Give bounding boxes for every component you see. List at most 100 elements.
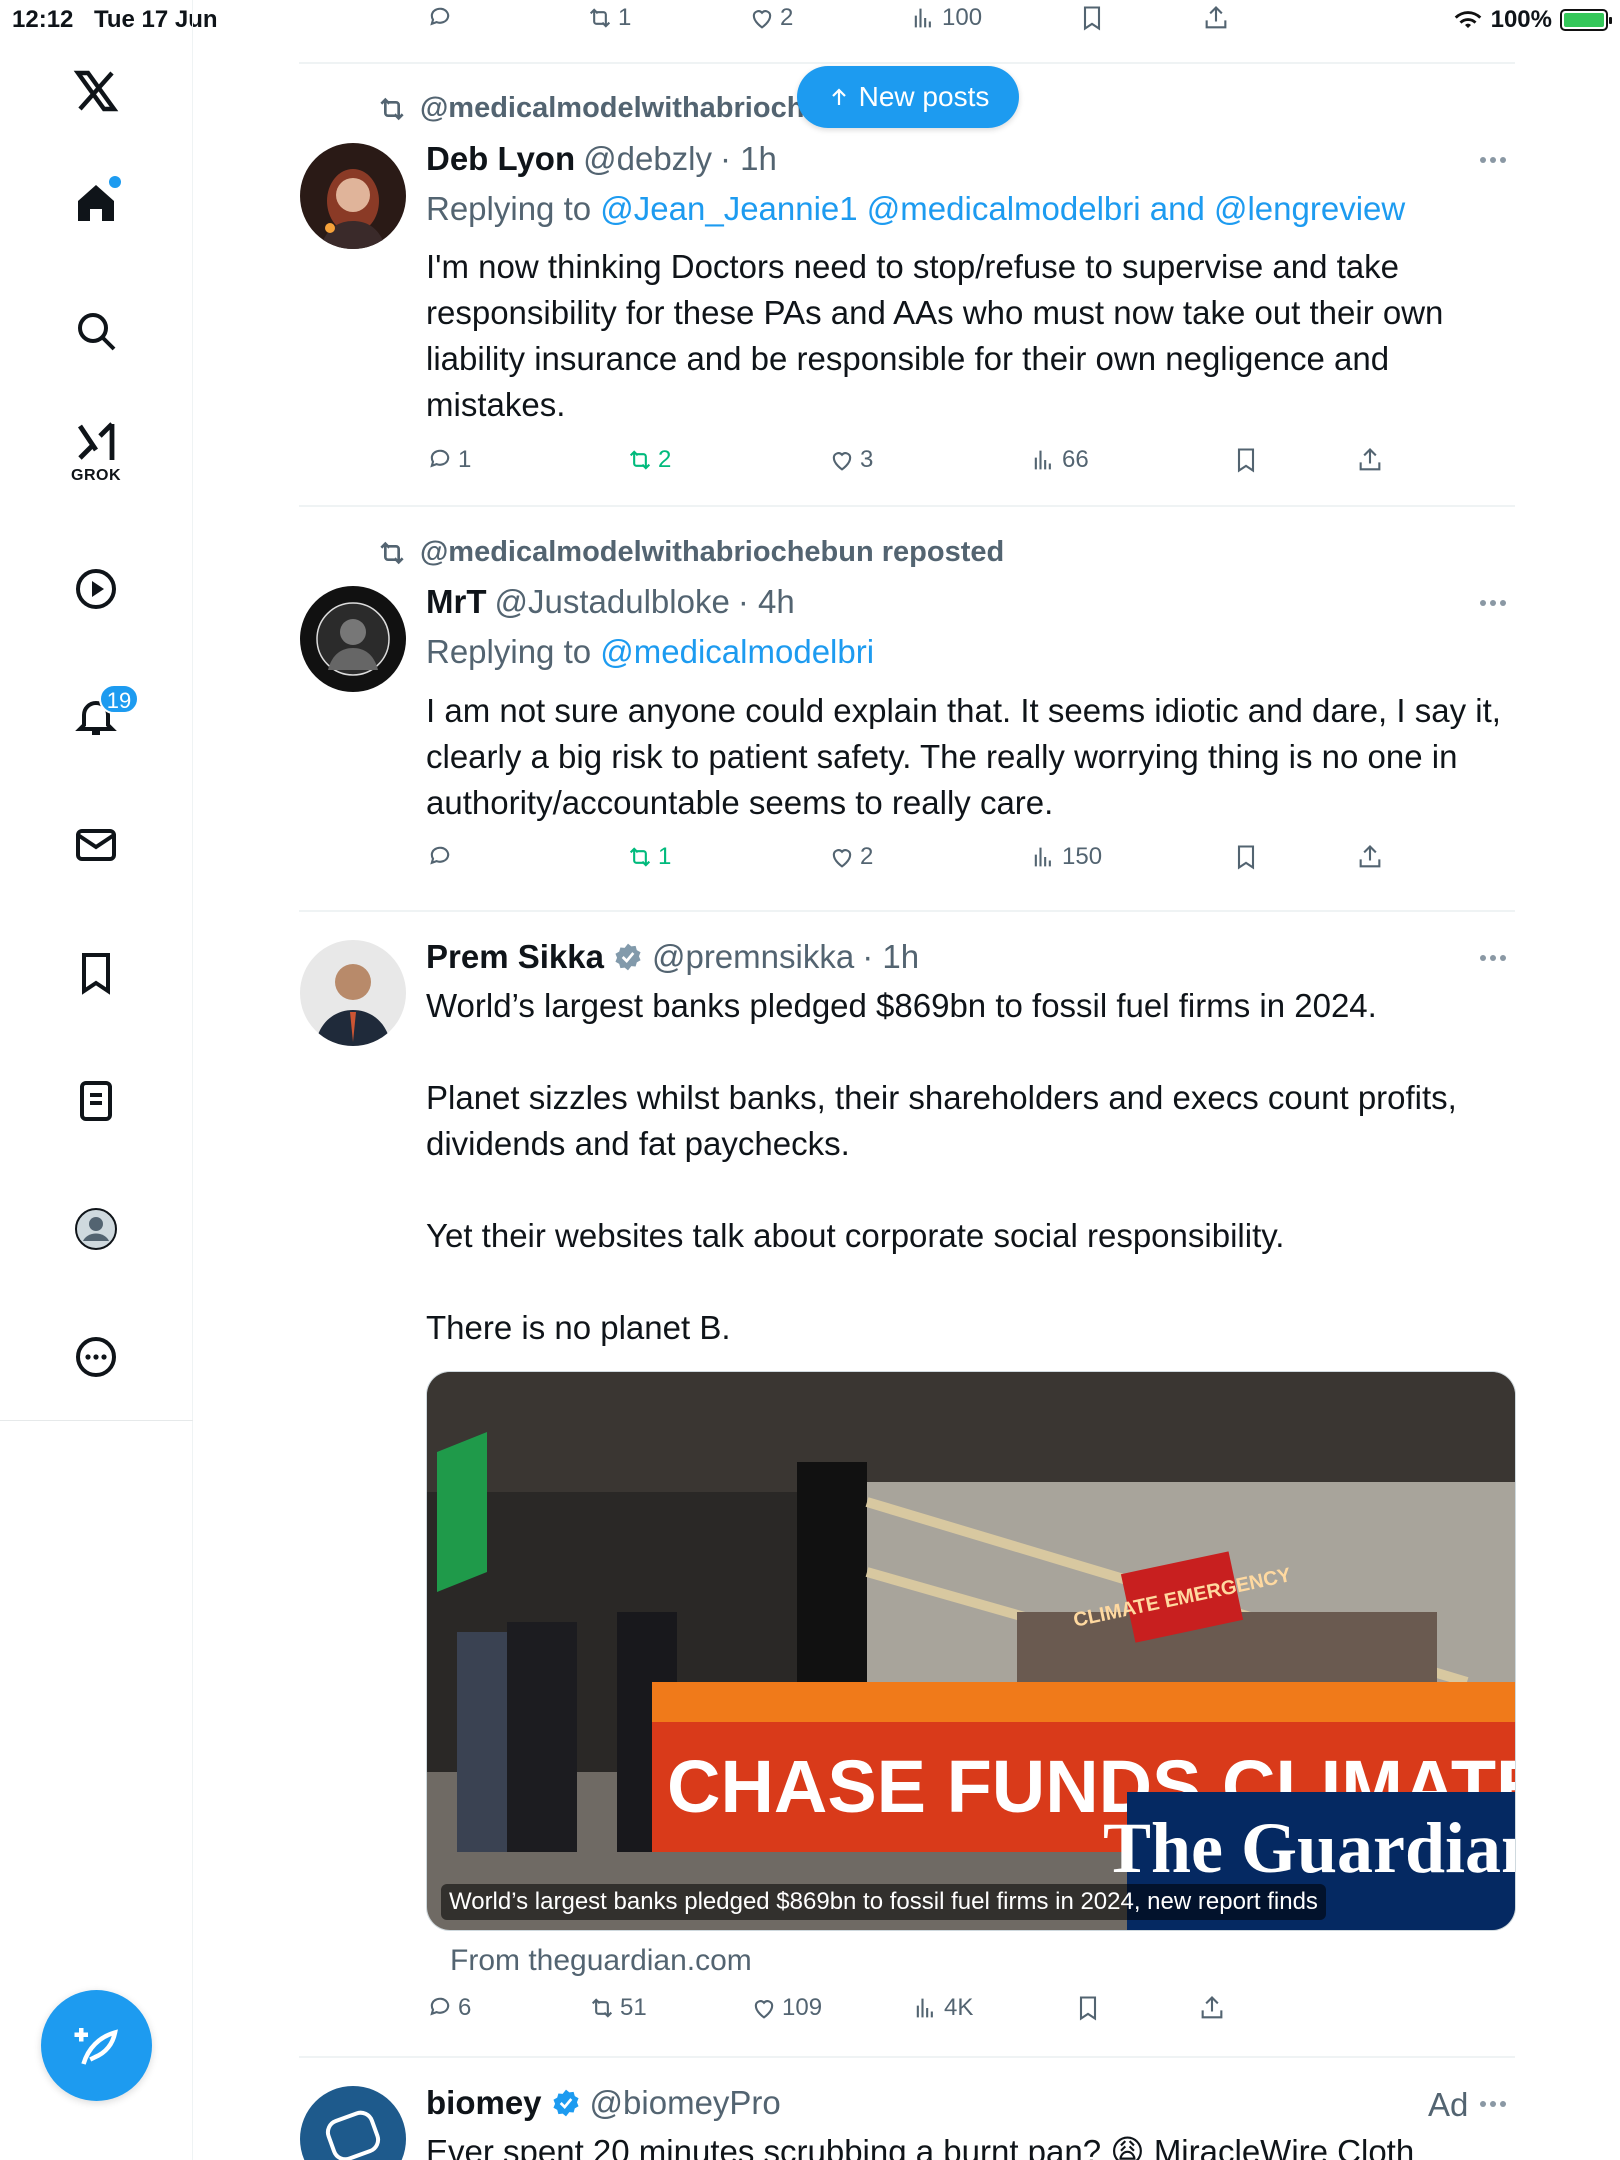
reply-button[interactable]: 6 (426, 1994, 471, 2022)
more-options-button[interactable] (1480, 593, 1514, 613)
mail-icon (76, 829, 116, 861)
share-button[interactable] (1202, 4, 1230, 32)
reply-button[interactable] (426, 843, 458, 871)
post-text: Ever spent 20 minutes scrubbing a burnt … (426, 2133, 1415, 2160)
user-handle[interactable]: @premnsikka (652, 938, 854, 976)
bookmark-button[interactable] (1232, 843, 1260, 871)
user-handle[interactable]: @debzly (583, 140, 712, 178)
more-options-button[interactable] (1480, 948, 1514, 968)
views-button[interactable]: 150 (1030, 843, 1102, 871)
sidebar-divider (0, 1420, 193, 1421)
views-count: 4K (944, 1994, 974, 2021)
nav-profile[interactable] (65, 1198, 127, 1260)
avatar[interactable] (300, 143, 406, 249)
share-button[interactable] (1356, 446, 1384, 474)
views-button[interactable]: 100 (910, 4, 982, 32)
compose-button[interactable] (41, 1990, 152, 2101)
nav-bookmarks[interactable] (65, 942, 127, 1004)
share-button[interactable] (1356, 843, 1384, 871)
retweet-button[interactable]: 1 (626, 843, 671, 871)
replying-to-handles[interactable]: @medicalmodelbri (600, 633, 874, 670)
like-button[interactable]: 2 (748, 4, 793, 32)
replying-to: Replying to @medicalmodelbri (426, 633, 874, 671)
views-icon (916, 1998, 933, 2018)
nav-notifications[interactable]: 19 (65, 684, 139, 748)
views-button[interactable]: 66 (1030, 446, 1089, 474)
bookmark-button[interactable] (1074, 1994, 1102, 2022)
link-source[interactable]: From theguardian.com (450, 1944, 752, 1978)
views-button[interactable]: 4K (912, 1994, 973, 2022)
wifi-icon (1454, 11, 1481, 28)
nav-search[interactable] (65, 300, 127, 362)
like-count: 3 (860, 446, 874, 473)
post-text: I'm now thinking Doctors need to stop/re… (426, 248, 1444, 423)
more-options-button[interactable] (1480, 2094, 1514, 2114)
like-button[interactable]: 3 (828, 446, 873, 474)
replying-prefix: Replying to (426, 190, 592, 227)
compose-feather-icon (74, 2027, 118, 2065)
avatar[interactable] (300, 940, 406, 1046)
bookmark-button[interactable] (1232, 446, 1260, 474)
post-divider (299, 910, 1515, 912)
post-time[interactable]: · 4h (738, 583, 795, 621)
post-divider (299, 505, 1515, 507)
like-button[interactable]: 109 (750, 1994, 822, 2022)
more-options-button[interactable] (1480, 150, 1514, 170)
play-icon (76, 569, 116, 609)
x-logo-icon (73, 70, 119, 112)
bookmark-icon (1237, 448, 1255, 473)
list-icon (80, 1081, 112, 1121)
share-button[interactable] (1198, 1994, 1226, 2022)
bookmark-button[interactable] (1078, 4, 1106, 32)
display-name[interactable]: Deb Lyon (426, 140, 575, 178)
more-circle-icon (76, 1337, 116, 1377)
media-caption: World’s largest banks pledged $869bn to … (441, 1884, 1326, 1920)
avatar[interactable] (300, 2086, 406, 2160)
retweet-count: 2 (658, 446, 672, 473)
post-time[interactable]: · 1h (862, 938, 919, 976)
nav-grok[interactable]: GROK (65, 420, 127, 484)
arrow-up-icon (831, 88, 846, 105)
like-count: 2 (860, 843, 874, 870)
post-time[interactable]: · 1h (720, 140, 777, 178)
repost-indicator: @medicalmodelwithabriochebun reposted (376, 536, 1004, 569)
display-name[interactable]: Prem Sikka (426, 938, 604, 976)
reply-button[interactable] (426, 4, 454, 32)
link-card-image[interactable]: CLIMATE EMERGENCY CHASE FUNDS CLIMATE CR… (426, 1371, 1516, 1931)
display-name[interactable]: MrT (426, 583, 487, 621)
retweet-icon (591, 1998, 613, 2018)
like-button[interactable]: 2 (828, 843, 873, 871)
like-count: 109 (782, 1994, 823, 2021)
post-actions: 1 2 3 66 (426, 446, 1426, 486)
user-handle[interactable]: @biomeyPro (590, 2084, 781, 2122)
retweet-button[interactable]: 1 (586, 4, 631, 32)
new-posts-button[interactable]: New posts (797, 66, 1019, 128)
nav-messages[interactable] (65, 814, 127, 876)
retweet-count: 1 (618, 4, 632, 31)
reply-count: 6 (458, 1994, 472, 2021)
post-header: MrT @Justadulbloke · 4h (426, 583, 795, 621)
protest-photo: CLIMATE EMERGENCY CHASE FUNDS CLIMATE CR… (427, 1372, 1515, 1930)
views-count: 66 (1062, 446, 1089, 473)
home-unread-dot (109, 176, 121, 188)
post-divider (299, 62, 1515, 64)
post-header: Prem Sikka @premnsikka · 1h (426, 938, 919, 976)
replying-to-handles[interactable]: @Jean_Jeannie1 @medicalmodelbri and @len… (600, 190, 1405, 227)
previous-post-actions: 1 2 100 (420, 0, 1420, 40)
retweet-button[interactable]: 2 (626, 446, 671, 474)
user-handle[interactable]: @Justadulbloke (495, 583, 730, 621)
avatar[interactable] (300, 586, 406, 692)
retweet-button[interactable]: 51 (588, 1994, 647, 2022)
reply-button[interactable]: 1 (426, 446, 471, 474)
x-logo[interactable] (65, 60, 127, 122)
replying-prefix: Replying to (426, 633, 592, 670)
heart-icon (832, 849, 852, 868)
sidebar: GROK 19 (0, 0, 193, 2160)
profile-avatar-icon (75, 1208, 117, 1250)
nav-video[interactable] (65, 558, 127, 620)
nav-more[interactable] (65, 1326, 127, 1388)
nav-lists[interactable] (65, 1070, 127, 1132)
display-name[interactable]: biomey (426, 2084, 542, 2122)
views-icon (1034, 847, 1051, 867)
nav-home[interactable] (65, 172, 127, 234)
